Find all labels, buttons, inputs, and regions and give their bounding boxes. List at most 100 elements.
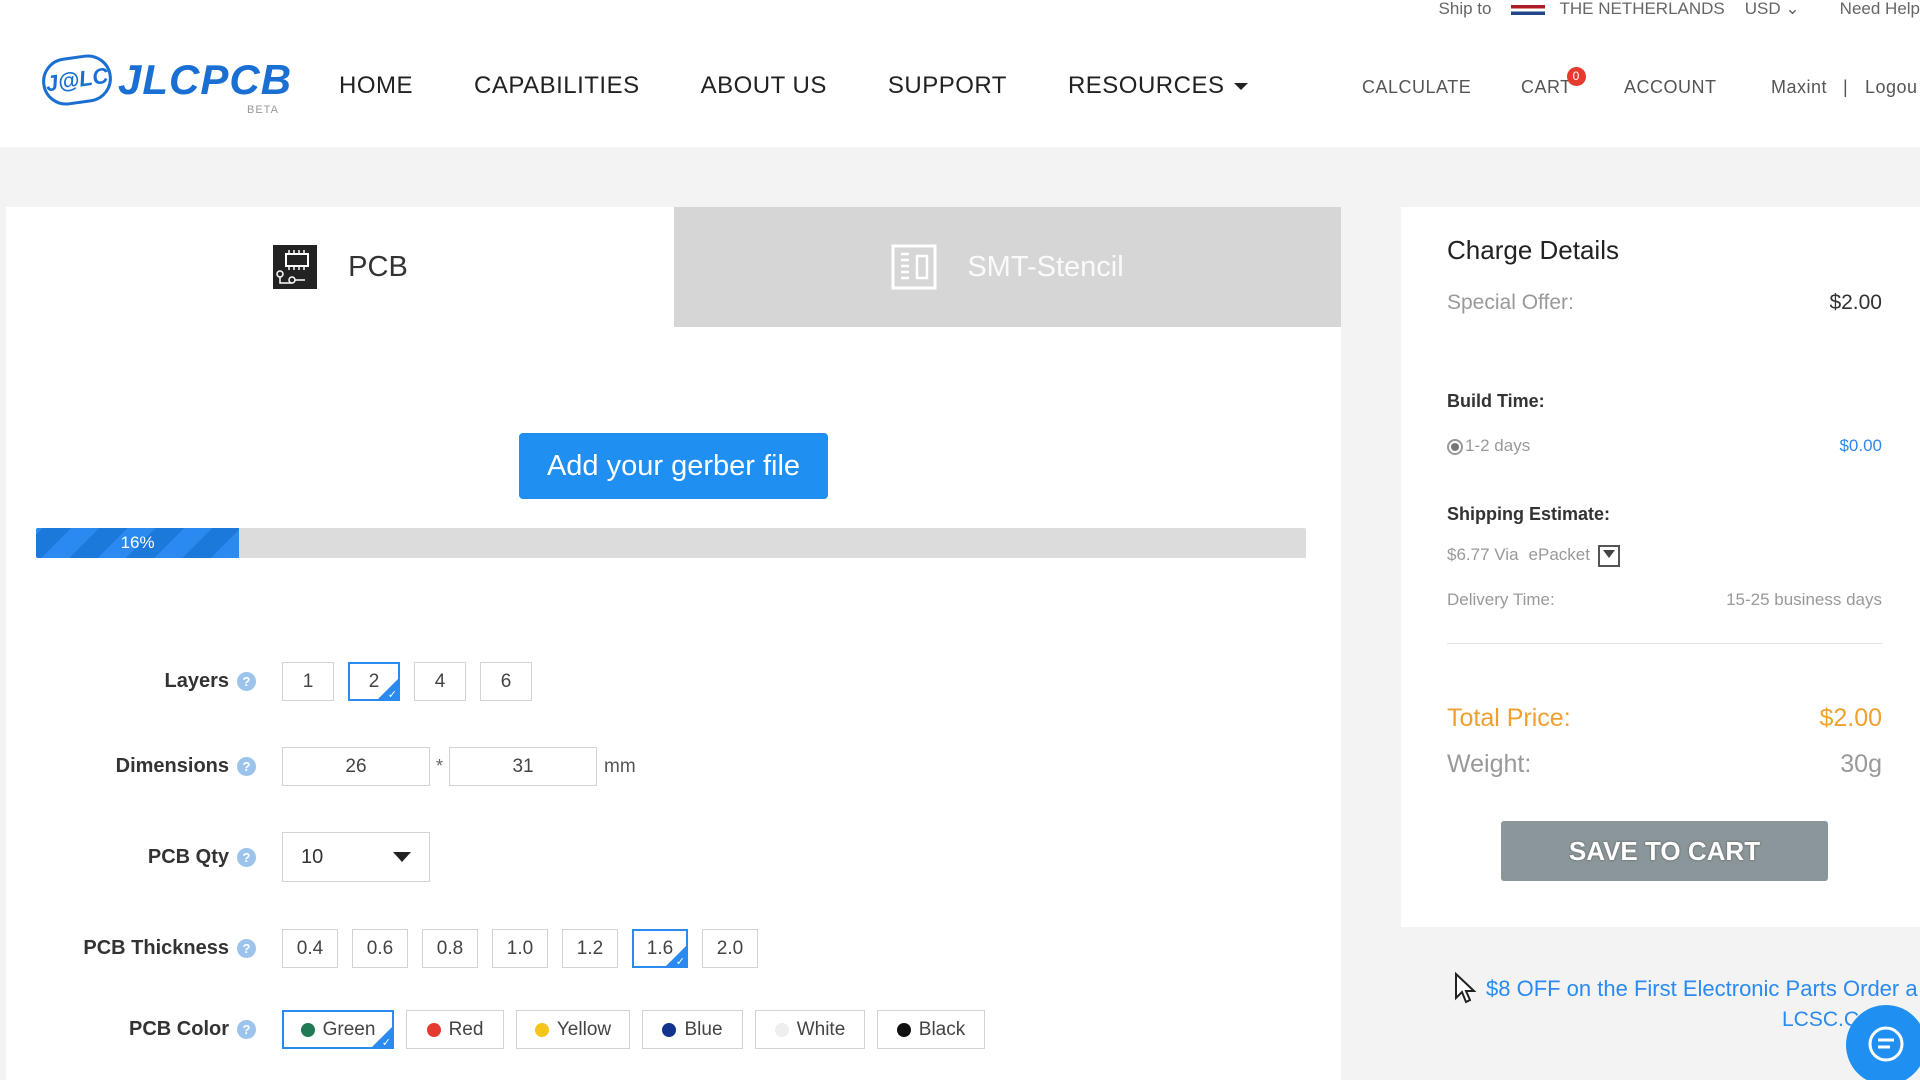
color-option-green[interactable]: Green bbox=[282, 1010, 394, 1049]
header: Ship to THE NETHERLANDS USD ⌄ Need Help … bbox=[0, 0, 1920, 147]
color-label-text: PCB Color bbox=[129, 1018, 229, 1040]
dimensions-label: Dimensions? bbox=[6, 755, 256, 778]
help-icon[interactable]: ? bbox=[237, 847, 256, 867]
help-icon[interactable]: ? bbox=[237, 672, 256, 692]
width-input[interactable] bbox=[282, 747, 430, 786]
username-link[interactable]: Maxint bbox=[1771, 77, 1827, 98]
layers-option-label: 4 bbox=[434, 670, 446, 692]
calculate-link[interactable]: CALCULATE bbox=[1362, 77, 1471, 98]
delivery-value: 15-25 business days bbox=[1726, 590, 1882, 609]
top-bar: Ship to THE NETHERLANDS USD ⌄ Need Help bbox=[1439, 0, 1920, 18]
color-swatch-icon bbox=[662, 1022, 677, 1037]
shipping-method: ePacket bbox=[1528, 545, 1590, 564]
cart-link[interactable]: CART 0 bbox=[1521, 67, 1586, 98]
nav-resources-label: RESOURCES bbox=[1067, 72, 1225, 99]
thickness-option[interactable]: 1.6 bbox=[632, 929, 688, 968]
need-help-link[interactable]: Need Help bbox=[1840, 0, 1920, 19]
thickness-option-label: 2.0 bbox=[716, 937, 744, 959]
color-swatch-icon bbox=[426, 1022, 441, 1037]
pcb-chip-icon bbox=[273, 245, 318, 289]
shipping-label-text: Shipping Estimate: bbox=[1447, 504, 1611, 524]
nav-about-us[interactable]: ABOUT US bbox=[701, 72, 827, 100]
layers-label: Layers? bbox=[6, 670, 256, 693]
caret-down-icon bbox=[393, 852, 411, 862]
tab-pcb[interactable]: PCB bbox=[6, 207, 674, 327]
help-icon[interactable]: ? bbox=[237, 939, 256, 959]
thickness-option[interactable]: 0.6 bbox=[352, 929, 408, 968]
radio-selected-icon[interactable] bbox=[1447, 438, 1463, 455]
unit-label: mm bbox=[604, 755, 636, 777]
color-option-black[interactable]: Black bbox=[877, 1010, 985, 1049]
delivery-row: Delivery Time: 15-25 business days bbox=[1447, 590, 1882, 610]
shipping-dropdown[interactable] bbox=[1597, 545, 1620, 567]
layers-option[interactable]: 2 bbox=[348, 662, 400, 701]
total-label: Total Price: bbox=[1447, 704, 1571, 732]
thickness-option-label: 0.4 bbox=[296, 937, 324, 959]
total-value: $2.00 bbox=[1819, 704, 1882, 732]
dimensions-label-text: Dimensions bbox=[115, 755, 229, 777]
build-time-option-label: 1-2 days bbox=[1465, 436, 1531, 455]
color-option-red[interactable]: Red bbox=[406, 1010, 504, 1049]
help-icon[interactable]: ? bbox=[237, 757, 256, 777]
color-option-yellow[interactable]: Yellow bbox=[516, 1010, 630, 1049]
progress-fill: 16% bbox=[36, 528, 240, 558]
weight-row: Weight: 30g bbox=[1447, 750, 1882, 779]
save-to-cart-button[interactable]: SAVE TO CART bbox=[1501, 821, 1828, 881]
caret-down-icon bbox=[1234, 83, 1249, 91]
account-link[interactable]: ACCOUNT bbox=[1624, 77, 1717, 98]
logout-link[interactable]: Logou bbox=[1865, 77, 1918, 98]
color-swatch-icon bbox=[300, 1022, 315, 1037]
add-gerber-button[interactable]: Add your gerber file bbox=[519, 433, 828, 499]
thickness-option[interactable]: 1.0 bbox=[492, 929, 548, 968]
logo[interactable]: J@LC JLCPCB BETA bbox=[39, 51, 292, 116]
thickness-option-label: 1.6 bbox=[646, 937, 674, 959]
weight-value: 30g bbox=[1840, 750, 1882, 778]
color-label: PCB Color? bbox=[6, 1018, 256, 1041]
special-offer-value: $2.00 bbox=[1829, 291, 1882, 314]
country-name: THE NETHERLANDS bbox=[1559, 0, 1725, 18]
color-options: Green Red Yellow Blue White Black bbox=[282, 1010, 997, 1049]
layers-option[interactable]: 4 bbox=[414, 662, 466, 701]
color-option-label: White bbox=[796, 1018, 846, 1040]
thickness-option[interactable]: 1.2 bbox=[562, 929, 618, 968]
currency-selector[interactable]: USD ⌄ bbox=[1745, 0, 1820, 19]
build-time-option[interactable]: 1-2 days $0.00 bbox=[1447, 436, 1882, 456]
chat-button[interactable] bbox=[1846, 1005, 1920, 1080]
promo-link[interactable]: $8 OFF on the First Electronic Parts Ord… bbox=[1486, 976, 1918, 1002]
layers-option-label: 6 bbox=[500, 670, 512, 692]
country-selector[interactable]: THE NETHERLANDS bbox=[1511, 0, 1725, 19]
currency-label: USD bbox=[1744, 0, 1781, 18]
nav-resources[interactable]: RESOURCES bbox=[1068, 72, 1249, 100]
help-icon[interactable]: ? bbox=[237, 1020, 256, 1040]
qty-select[interactable]: 10 bbox=[282, 832, 430, 882]
mouse-cursor-icon bbox=[1455, 972, 1476, 1004]
color-option-white[interactable]: White bbox=[755, 1010, 865, 1049]
nav-capabilities[interactable]: CAPABILITIES bbox=[474, 72, 640, 100]
thickness-option[interactable]: 0.8 bbox=[422, 929, 478, 968]
special-offer-row: Special Offer: $2.00 bbox=[1447, 291, 1882, 315]
beta-label: BETA bbox=[247, 104, 279, 116]
thickness-option-label: 0.8 bbox=[436, 937, 464, 959]
thickness-option[interactable]: 2.0 bbox=[702, 929, 758, 968]
layers-option[interactable]: 1 bbox=[282, 662, 334, 701]
color-option-label: Black bbox=[918, 1018, 966, 1040]
height-input[interactable] bbox=[449, 747, 598, 786]
ship-to-label: Ship to bbox=[1438, 0, 1492, 18]
dimension-separator: * bbox=[436, 756, 444, 776]
total-row: Total Price: $2.00 bbox=[1447, 704, 1882, 733]
nav-support[interactable]: SUPPORT bbox=[888, 72, 1007, 100]
chevron-down-icon: ⌄ bbox=[1785, 0, 1800, 18]
color-swatch-icon bbox=[534, 1022, 549, 1037]
layers-option[interactable]: 6 bbox=[480, 662, 532, 701]
tab-smt-label: SMT-Stencil bbox=[967, 250, 1124, 283]
qty-value: 10 bbox=[301, 845, 324, 868]
color-swatch-icon bbox=[896, 1022, 911, 1037]
charge-details-panel: Charge Details Special Offer: $2.00 Buil… bbox=[1401, 207, 1920, 927]
color-option-label: Red bbox=[448, 1018, 484, 1040]
nav-home[interactable]: HOME bbox=[339, 72, 413, 100]
thickness-option[interactable]: 0.4 bbox=[282, 929, 338, 968]
tab-smt-stencil[interactable]: SMT-Stencil bbox=[674, 207, 1341, 327]
promo-link-line2[interactable]: LCSC.C bbox=[1782, 1008, 1859, 1032]
main-nav: HOME CAPABILITIES ABOUT US SUPPORT RESOU… bbox=[339, 72, 1309, 100]
color-option-blue[interactable]: Blue bbox=[642, 1010, 743, 1049]
